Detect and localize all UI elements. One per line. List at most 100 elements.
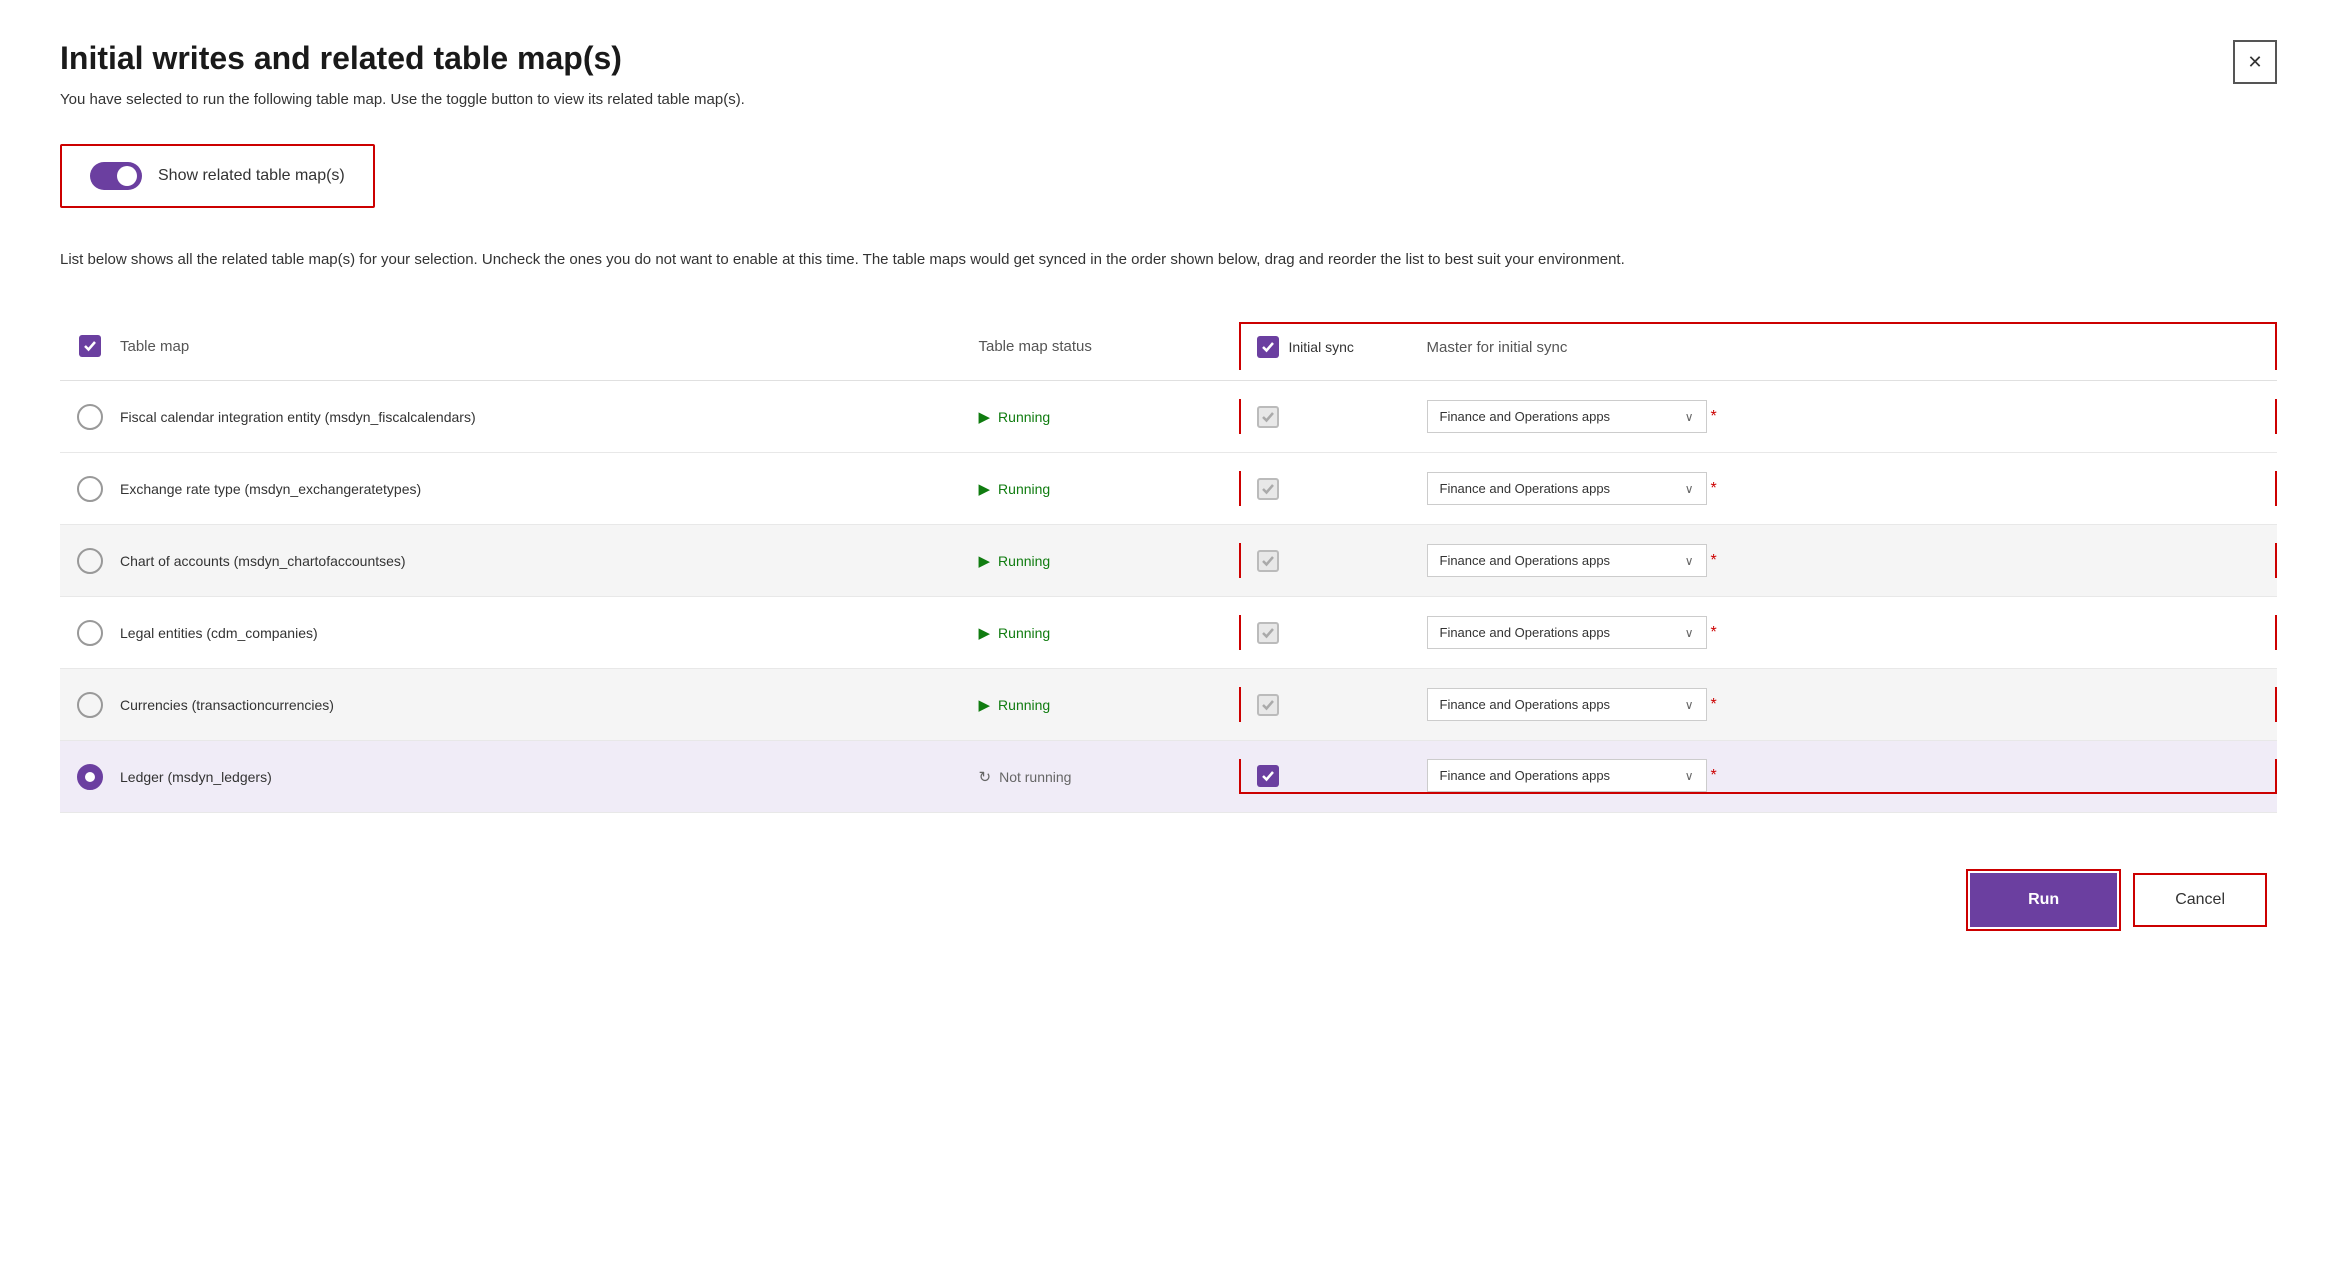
sync-icon: ↻	[979, 768, 992, 786]
row-status-row2: ▶ Running	[979, 480, 1239, 498]
header-status: Table map status	[979, 338, 1239, 355]
table-row: Ledger (msdyn_ledgers) ↻ Not running Fin…	[60, 741, 2277, 813]
table-rows: Fiscal calendar integration entity (msdy…	[60, 381, 2277, 813]
dropdown-value: Finance and Operations apps	[1440, 409, 1611, 424]
header-initial-sync-checkbox[interactable]	[1257, 336, 1279, 358]
header-right-section: Initial sync Master for initial sync	[1239, 322, 2278, 370]
required-indicator-row2: *	[1711, 480, 1717, 498]
dialog-container: ✕ Initial writes and related table map(s…	[60, 40, 2277, 927]
play-icon: ▶	[979, 480, 991, 498]
dropdown-value: Finance and Operations apps	[1440, 481, 1611, 496]
master-select-wrapper-row5: Finance and Operations apps ∨ *	[1427, 688, 2260, 721]
right-cells-row3: Finance and Operations apps∨*	[1239, 543, 2278, 578]
initial-sync-checkbox-row5[interactable]	[1257, 694, 1279, 716]
cancel-button[interactable]: Cancel	[2133, 873, 2267, 927]
master-dropdown-row4[interactable]: Finance and Operations apps∨	[1427, 616, 1707, 649]
master-select-wrapper-row3: Finance and Operations apps∨*	[1427, 544, 2260, 577]
initial-sync-checkbox-row4[interactable]	[1257, 622, 1279, 644]
row-status-row3: ▶ Running	[979, 552, 1239, 570]
toggle-thumb	[117, 166, 137, 186]
close-icon: ✕	[2247, 52, 2262, 73]
table-wrapper: Table map Table map status Initial sync …	[60, 312, 2277, 813]
chevron-down-icon: ∨	[1685, 410, 1694, 424]
master-dropdown-row3[interactable]: Finance and Operations apps∨	[1427, 544, 1707, 577]
row-status-row5: ▶ Running	[979, 696, 1239, 714]
row-status-row4: ▶ Running	[979, 624, 1239, 642]
close-button[interactable]: ✕	[2233, 40, 2277, 84]
row-status-row1: ▶ Running	[979, 408, 1239, 426]
required-indicator-row4: *	[1711, 624, 1717, 642]
status-text: Running	[998, 625, 1050, 641]
dialog-subtitle: You have selected to run the following t…	[60, 91, 2277, 108]
footer-buttons: Run Cancel	[60, 873, 2277, 927]
initial-sync-checkbox-row6[interactable]	[1257, 765, 1279, 787]
dropdown-value: Finance and Operations apps	[1440, 768, 1611, 783]
initial-sync-checkbox-row1[interactable]	[1257, 406, 1279, 428]
required-indicator-row3: *	[1711, 552, 1717, 570]
row-name-row2: Exchange rate type (msdyn_exchangeratety…	[120, 481, 979, 497]
header-initial-sync-cell: Initial sync	[1257, 336, 1417, 358]
row-name-row6: Ledger (msdyn_ledgers)	[120, 769, 979, 785]
row-name-row4: Legal entities (cdm_companies)	[120, 625, 979, 641]
table-row: Legal entities (cdm_companies) ▶ Running…	[60, 597, 2277, 669]
master-dropdown-row5[interactable]: Finance and Operations apps ∨	[1427, 688, 1707, 721]
chevron-down-icon: ∨	[1685, 698, 1694, 712]
dialog-title: Initial writes and related table map(s)	[60, 40, 2277, 77]
toggle-switch[interactable]	[90, 162, 142, 190]
toggle-container[interactable]: Show related table map(s)	[60, 144, 375, 208]
play-icon: ▶	[979, 624, 991, 642]
row-radio-row3[interactable]	[77, 548, 103, 574]
master-dropdown-row6[interactable]: Finance and Operations apps ∨	[1427, 759, 1707, 792]
required-indicator-row6: *	[1711, 767, 1717, 785]
table-row: Fiscal calendar integration entity (msdy…	[60, 381, 2277, 453]
toggle-label: Show related table map(s)	[158, 167, 345, 185]
right-cells-row1: Finance and Operations apps ∨ *	[1239, 399, 2278, 434]
status-text: Running	[998, 481, 1050, 497]
row-radio-row1[interactable]	[77, 404, 103, 430]
row-radio-row4[interactable]	[77, 620, 103, 646]
required-indicator-row5: *	[1711, 696, 1717, 714]
table-header: Table map Table map status Initial sync …	[60, 312, 2277, 381]
chevron-down-icon: ∨	[1685, 554, 1694, 568]
chevron-down-icon: ∨	[1685, 482, 1694, 496]
row-radio-row2[interactable]	[77, 476, 103, 502]
required-indicator-row1: *	[1711, 408, 1717, 426]
right-cells-row6: Finance and Operations apps ∨ *	[1239, 759, 2278, 794]
master-select-wrapper-row6: Finance and Operations apps ∨ *	[1427, 759, 2260, 792]
header-table-map: Table map	[120, 338, 979, 355]
initial-sync-checkbox-row2[interactable]	[1257, 478, 1279, 500]
status-text: Running	[998, 409, 1050, 425]
select-all-checkbox[interactable]	[79, 335, 101, 357]
row-name-row3: Chart of accounts (msdyn_chartofaccounts…	[120, 553, 979, 569]
status-text: Not running	[999, 769, 1071, 785]
table-row: Exchange rate type (msdyn_exchangeratety…	[60, 453, 2277, 525]
row-status-row6: ↻ Not running	[979, 768, 1239, 786]
master-select-wrapper-row1: Finance and Operations apps ∨ *	[1427, 400, 2260, 433]
header-master: Master for initial sync	[1427, 339, 2260, 356]
master-select-wrapper-row4: Finance and Operations apps∨*	[1427, 616, 2260, 649]
master-dropdown-row1[interactable]: Finance and Operations apps ∨	[1427, 400, 1707, 433]
right-cells-row5: Finance and Operations apps ∨ *	[1239, 687, 2278, 722]
header-checkbox-col[interactable]	[60, 335, 120, 357]
row-name-row1: Fiscal calendar integration entity (msdy…	[120, 409, 979, 425]
status-text: Running	[998, 697, 1050, 713]
play-icon: ▶	[979, 552, 991, 570]
run-button[interactable]: Run	[1970, 873, 2117, 927]
right-cells-row4: Finance and Operations apps∨*	[1239, 615, 2278, 650]
right-cells-row2: Finance and Operations apps ∨ *	[1239, 471, 2278, 506]
status-text: Running	[998, 553, 1050, 569]
play-icon: ▶	[979, 696, 991, 714]
row-radio-row5[interactable]	[77, 692, 103, 718]
table-row: Currencies (transactioncurrencies) ▶ Run…	[60, 669, 2277, 741]
play-icon: ▶	[979, 408, 991, 426]
dropdown-value: Finance and Operations apps	[1440, 697, 1611, 712]
master-select-wrapper-row2: Finance and Operations apps ∨ *	[1427, 472, 2260, 505]
row-radio-row6[interactable]	[77, 764, 103, 790]
master-dropdown-row2[interactable]: Finance and Operations apps ∨	[1427, 472, 1707, 505]
initial-sync-checkbox-row3[interactable]	[1257, 550, 1279, 572]
header-initial-sync-label: Initial sync	[1289, 339, 1354, 355]
description-text: List below shows all the related table m…	[60, 248, 1860, 272]
row-name-row5: Currencies (transactioncurrencies)	[120, 697, 979, 713]
chevron-down-icon: ∨	[1685, 626, 1694, 640]
chevron-down-icon: ∨	[1685, 769, 1694, 783]
